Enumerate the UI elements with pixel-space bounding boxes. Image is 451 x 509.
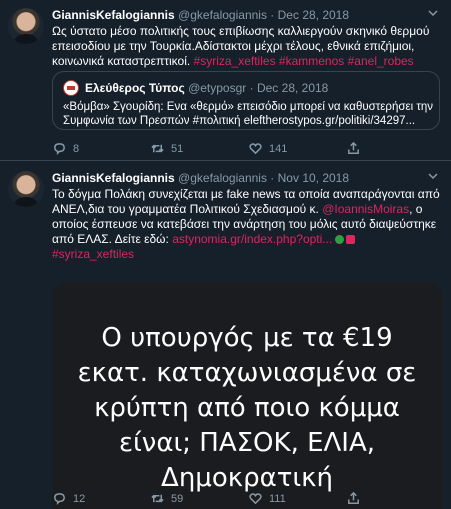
quoted-tweet[interactable]: Ελεύθερος Τύπος @etyposgr · Dec 28, 2018… — [52, 71, 440, 130]
hashtag[interactable]: #anel_robes — [348, 54, 414, 68]
retweet-button[interactable]: 51 — [150, 141, 183, 156]
like-count: 141 — [269, 142, 288, 155]
reply-button[interactable]: 12 — [52, 491, 85, 506]
mention-link[interactable]: @IoannisMoiras — [322, 202, 409, 216]
tweet-text: Ως ύστατο μέσο πολιτικής τους επιβίωσης … — [52, 24, 440, 69]
tweet-media-image[interactable]: Ο υπουργός με τα €19 εκατ. καταχωνιασμέν… — [52, 283, 442, 509]
quoted-header: Ελεύθερος Τύπος @etyposgr · Dec 28, 2018 — [85, 81, 328, 95]
hashtag[interactable]: #syriza_xeftiles — [194, 54, 276, 68]
chevron-down-icon[interactable] — [427, 170, 439, 185]
tweet-date[interactable]: Dec 28, 2018 — [278, 8, 349, 22]
tweet-header: GiannisKefalogiannis @gkefalogiannis · N… — [52, 171, 349, 185]
share-button[interactable] — [346, 141, 361, 156]
share-icon — [348, 141, 359, 154]
heart-icon — [249, 493, 262, 505]
share-button[interactable] — [346, 491, 361, 506]
separator: · — [270, 171, 275, 185]
reply-icon — [54, 493, 65, 505]
retweet-button[interactable]: 59 — [150, 491, 183, 506]
retweet-count: 51 — [171, 142, 184, 155]
tweet-actions: 8 51 141 — [52, 141, 442, 157]
heart-icon — [249, 143, 262, 155]
reply-icon — [54, 143, 65, 155]
author-name[interactable]: GiannisKefalogiannis — [52, 171, 175, 185]
tweet-date[interactable]: Nov 10, 2018 — [278, 171, 349, 185]
separator: · — [270, 8, 275, 22]
author-handle[interactable]: @gkefalogiannis — [178, 8, 267, 22]
like-button[interactable]: 111 — [248, 491, 286, 506]
avatar[interactable] — [8, 8, 44, 44]
share-icon — [348, 491, 359, 504]
author-name[interactable]: GiannisKefalogiannis — [52, 8, 175, 22]
quoted-author-name: Ελεύθερος Τύπος — [85, 81, 185, 95]
like-count: 111 — [269, 492, 286, 505]
tweet-header: GiannisKefalogiannis @gkefalogiannis · D… — [52, 8, 349, 22]
verified-mark-icon — [335, 235, 345, 244]
retweet-count: 59 — [171, 492, 184, 505]
author-handle[interactable]: @gkefalogiannis — [178, 171, 267, 185]
emoji-icon — [346, 235, 356, 244]
chevron-down-icon[interactable] — [427, 7, 439, 22]
tweet[interactable]: GiannisKefalogiannis @gkefalogiannis · N… — [0, 161, 451, 509]
hashtag[interactable]: #syriza_xeftiles — [52, 247, 134, 261]
quoted-author-handle: @etyposgr — [188, 81, 247, 95]
quoted-date: Dec 28, 2018 — [256, 81, 329, 95]
tweet[interactable]: GiannisKefalogiannis @gkefalogiannis · D… — [0, 0, 451, 161]
tweet-text: Το δόγμα Πολάκη συνεχίζεται με fake news… — [52, 187, 440, 262]
separator: · — [249, 81, 254, 95]
avatar[interactable] — [8, 171, 44, 207]
tweet-actions: 12 59 111 — [52, 491, 442, 507]
hashtag[interactable]: #kammenos — [279, 54, 344, 68]
retweet-icon — [151, 144, 164, 153]
quoted-text: «Βόμβα» Σγουρίδη: Ενα «θερμό» επεισόδιο … — [63, 101, 434, 127]
like-button[interactable]: 141 — [248, 141, 287, 156]
reply-count: 12 — [73, 492, 86, 505]
reply-count: 8 — [73, 142, 80, 155]
quoted-avatar — [63, 80, 79, 96]
retweet-icon — [151, 494, 164, 503]
url-link[interactable]: astynomia.gr/index.php?opti... — [172, 232, 332, 246]
media-caption: Ο υπουργός με τα €19 εκατ. καταχωνιασμέν… — [77, 323, 417, 493]
reply-button[interactable]: 8 — [52, 141, 79, 156]
